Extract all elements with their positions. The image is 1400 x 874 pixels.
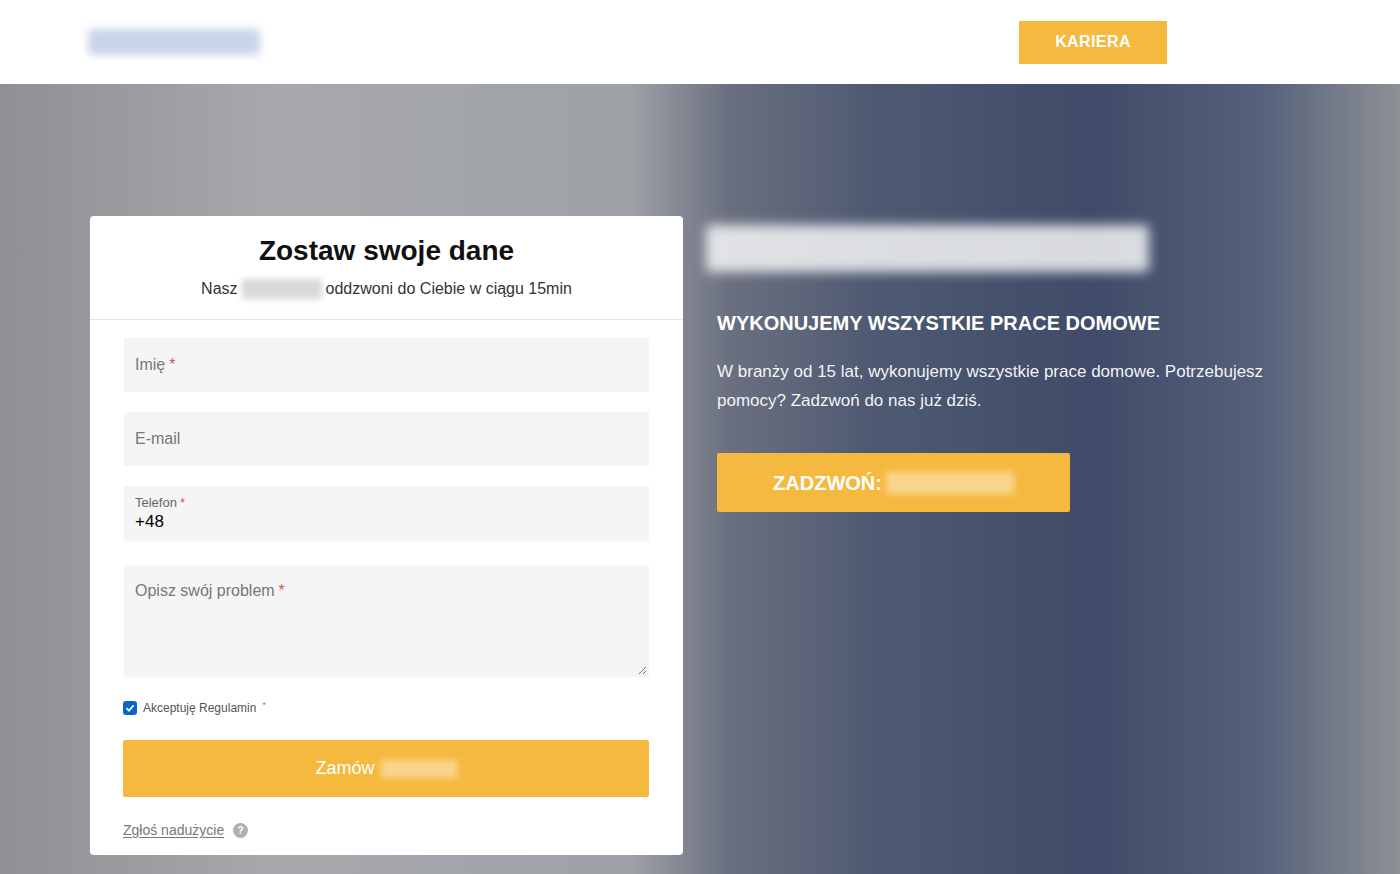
career-button[interactable]: KARIERA	[1019, 21, 1167, 64]
required-mark: *	[262, 699, 266, 713]
field-label: E-mail	[135, 427, 184, 451]
field-value: +48	[135, 511, 638, 533]
call-label: ZADZWOŃ:	[773, 468, 882, 498]
call-button[interactable]: ZADZWOŃ:	[717, 453, 1070, 512]
check-icon	[125, 703, 135, 713]
subtitle-after: oddzwoni do Ciebie w ciągu 15min	[326, 278, 572, 300]
subtitle-before: Nasz	[201, 278, 237, 300]
hero-content: Zostaw swoje dane Nasz oddzwoni do Ciebi…	[0, 84, 1400, 855]
report-row: Zgłoś nadużycie ?	[123, 820, 649, 841]
terms-row[interactable]: Akceptuję Regulamin *	[123, 699, 649, 717]
logo[interactable]	[88, 29, 260, 55]
blurred-name	[242, 279, 322, 299]
hero-description: W branży od 15 lat, wykonujemy wszystkie…	[717, 357, 1317, 415]
help-icon[interactable]: ?	[233, 823, 248, 838]
terms-label: Akceptuję Regulamin	[143, 699, 256, 717]
blurred-price	[381, 760, 457, 778]
form-title: Zostaw swoje dane	[90, 233, 683, 269]
text-field[interactable]: Imię*	[124, 338, 649, 392]
report-link[interactable]: Zgłoś nadużycie	[123, 820, 224, 841]
problem-textarea[interactable]: Opisz swój problem*	[124, 565, 649, 677]
site-header: KARIERA	[0, 0, 1400, 84]
required-mark: *	[279, 579, 285, 603]
field-list: Imię*E-mailTelefon*+48Opisz swój problem…	[124, 338, 649, 677]
text-field[interactable]: E-mail	[124, 412, 649, 466]
field-label-text: Imię	[135, 353, 165, 377]
hero-heading: WYKONUJEMY WSZYSTKIE PRACE DOMOWE	[717, 309, 1317, 337]
field-label-text: Telefon	[135, 495, 177, 511]
submit-button[interactable]: Zamów	[123, 740, 649, 797]
blurred-company-title	[706, 225, 1149, 272]
blurred-phone	[886, 472, 1014, 494]
terms-checkbox[interactable]	[123, 701, 137, 715]
hero-text: WYKONUJEMY WSZYSTKIE PRACE DOMOWE W bran…	[717, 216, 1317, 855]
field-label: Telefon*	[135, 495, 638, 511]
contact-form-card: Zostaw swoje dane Nasz oddzwoni do Ciebi…	[90, 216, 683, 855]
phone-field[interactable]: Telefon*+48	[124, 486, 649, 541]
field-label: Imię*	[135, 353, 175, 377]
field-label-text: E-mail	[135, 427, 180, 451]
required-mark: *	[180, 495, 185, 511]
form-body: Imię*E-mailTelefon*+48Opisz swój problem…	[90, 320, 683, 855]
field-label: Opisz swój problem*	[135, 579, 638, 603]
resize-grip-icon[interactable]	[637, 665, 647, 675]
required-mark: *	[169, 353, 175, 377]
submit-label: Zamów	[315, 755, 374, 782]
form-header: Zostaw swoje dane Nasz oddzwoni do Ciebi…	[90, 216, 683, 320]
form-subtitle: Nasz oddzwoni do Ciebie w ciągu 15min	[90, 278, 683, 300]
field-label-text: Opisz swój problem	[135, 579, 275, 603]
hero-section: Zostaw swoje dane Nasz oddzwoni do Ciebi…	[0, 84, 1400, 874]
